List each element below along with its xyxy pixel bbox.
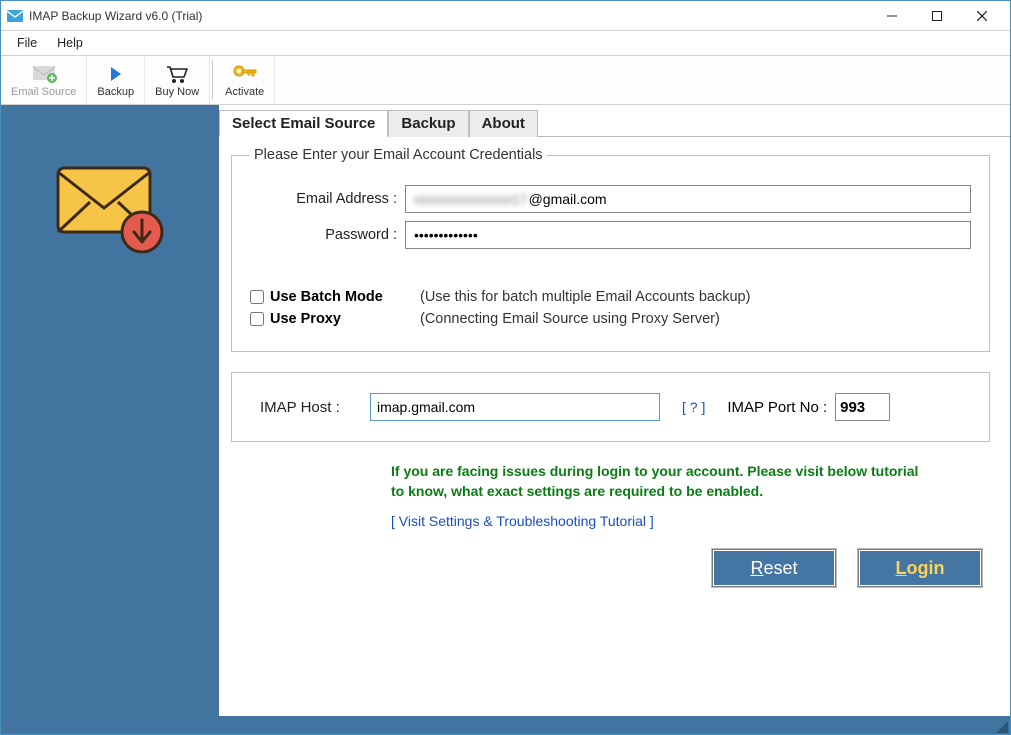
credentials-legend: Please Enter your Email Account Credenti… [250, 147, 547, 163]
email-source-icon [30, 63, 58, 85]
tab-strip: Select Email Source Backup About [219, 109, 1010, 137]
toolbar-activate-label: Activate [225, 86, 264, 98]
email-masked: xxxxxxxxxxxxxx17 [414, 191, 528, 207]
tutorial-link[interactable]: [ Visit Settings & Troubleshooting Tutor… [391, 513, 654, 529]
action-row: Reset Login [231, 549, 990, 587]
toolbar-backup-label: Backup [97, 86, 134, 98]
password-row: Password : [250, 221, 971, 249]
title-bar: IMAP Backup Wizard v6.0 (Trial) [1, 1, 1010, 31]
content-area: Select Email Source Backup About Please … [219, 105, 1010, 716]
main-area: Select Email Source Backup About Please … [1, 105, 1010, 716]
toolbar-email-source[interactable]: Email Source [1, 56, 87, 104]
imap-port-label: IMAP Port No : [727, 399, 827, 416]
toolbar-separator [212, 60, 213, 100]
toolbar: Email Source Backup Buy Now Activate [1, 56, 1010, 105]
batch-mode-desc: (Use this for batch multiple Email Accou… [420, 289, 750, 305]
imap-help-link[interactable]: [ ? ] [682, 399, 705, 415]
password-field[interactable] [405, 221, 971, 249]
email-field[interactable]: xxxxxxxxxxxxxx17@gmail.com [405, 185, 971, 213]
proxy-row: Use Proxy (Connecting Email Source using… [250, 311, 971, 327]
tab-panel: Please Enter your Email Account Credenti… [219, 137, 1010, 597]
window-title: IMAP Backup Wizard v6.0 (Trial) [29, 9, 869, 23]
imap-group: IMAP Host : [ ? ] IMAP Port No : [231, 372, 990, 442]
toolbar-email-source-label: Email Source [11, 86, 76, 98]
envelope-download-icon [50, 160, 170, 260]
toolbar-buy-now-label: Buy Now [155, 86, 199, 98]
tab-about[interactable]: About [469, 110, 538, 137]
buy-now-icon [165, 63, 189, 85]
app-icon [7, 10, 23, 22]
menu-file[interactable]: File [7, 33, 47, 53]
proxy-label: Use Proxy [270, 311, 420, 327]
password-label: Password : [250, 227, 405, 243]
minimize-button[interactable] [869, 1, 914, 30]
tab-select-email-source[interactable]: Select Email Source [219, 110, 388, 137]
host-row: IMAP Host : [ ? ] IMAP Port No : [250, 393, 971, 421]
proxy-checkbox[interactable] [250, 312, 264, 326]
login-button[interactable]: Login [858, 549, 982, 587]
email-label: Email Address : [250, 191, 405, 207]
sidebar [1, 105, 219, 716]
menu-help[interactable]: Help [47, 33, 93, 53]
email-row: Email Address : xxxxxxxxxxxxxx17@gmail.c… [250, 185, 971, 213]
toolbar-backup[interactable]: Backup [87, 56, 145, 104]
status-bar [1, 716, 1010, 734]
proxy-desc: (Connecting Email Source using Proxy Ser… [420, 311, 720, 327]
activate-icon [232, 63, 258, 85]
email-suffix: @gmail.com [529, 191, 607, 207]
resize-grip[interactable] [994, 719, 1008, 733]
imap-port-field[interactable] [835, 393, 890, 421]
reset-button[interactable]: Reset [712, 549, 836, 587]
login-issue-notice: If you are facing issues during login to… [391, 462, 931, 501]
menu-bar: File Help [1, 31, 1010, 56]
batch-mode-label: Use Batch Mode [270, 289, 420, 305]
batch-mode-row: Use Batch Mode (Use this for batch multi… [250, 289, 971, 305]
imap-host-field[interactable] [370, 393, 660, 421]
maximize-button[interactable] [914, 1, 959, 30]
close-button[interactable] [959, 1, 1004, 30]
toolbar-buy-now[interactable]: Buy Now [145, 56, 210, 104]
backup-icon [107, 63, 125, 85]
tab-backup[interactable]: Backup [388, 110, 468, 137]
batch-mode-checkbox[interactable] [250, 290, 264, 304]
credentials-group: Please Enter your Email Account Credenti… [231, 147, 990, 352]
imap-host-label: IMAP Host : [250, 399, 370, 416]
toolbar-activate[interactable]: Activate [215, 56, 275, 104]
